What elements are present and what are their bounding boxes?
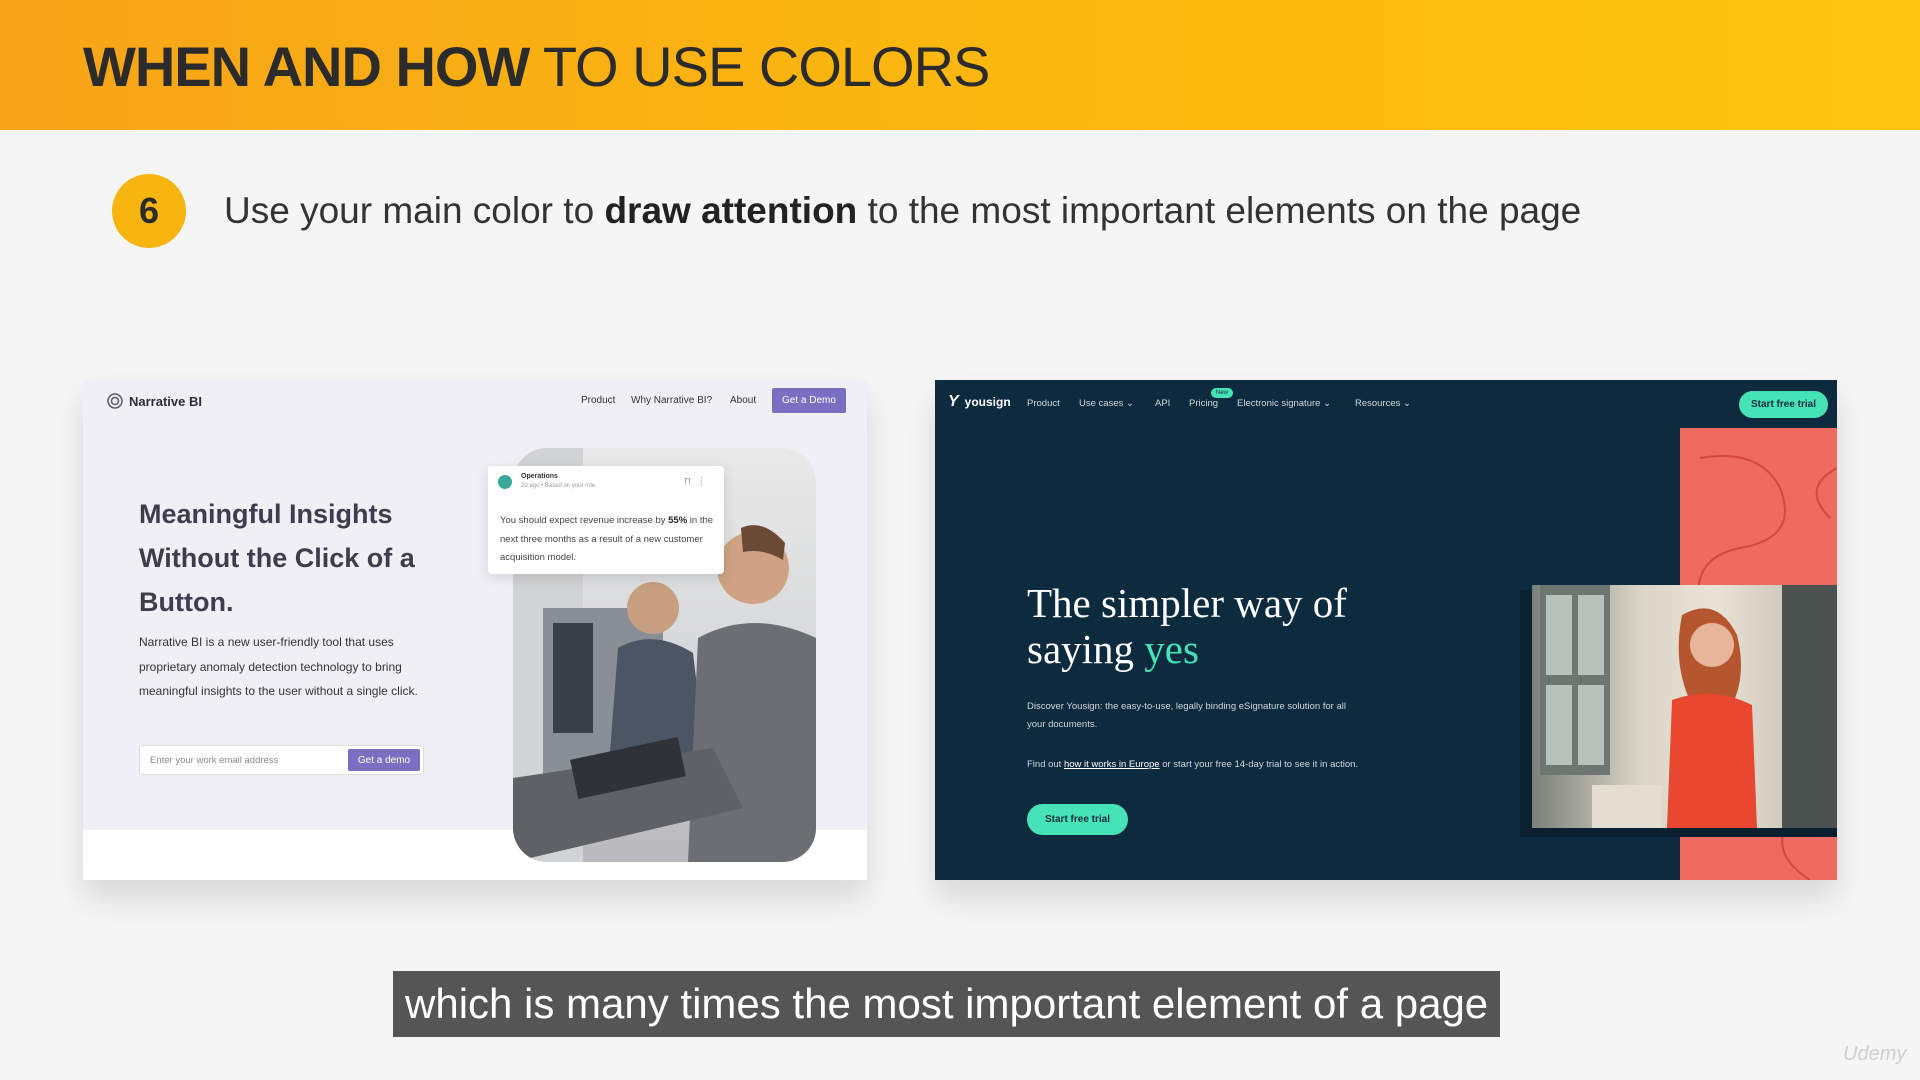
ys-headline: The simpler way of saying yes	[1027, 580, 1387, 672]
ys-nav-api[interactable]: API	[1155, 398, 1170, 409]
nbi-email-field[interactable]: Enter your work email address Get a demo	[139, 745, 424, 775]
ys-paragraph-2: Find out how it works in Europe or start…	[1027, 756, 1367, 774]
nbi-logo[interactable]: Narrative BI	[107, 393, 202, 409]
ys-nav-use-cases[interactable]: Use cases ⌄	[1079, 398, 1134, 409]
operations-icon	[498, 475, 512, 489]
step-description: Use your main color to draw attention to…	[224, 190, 1581, 232]
ys-nav-start-trial-button[interactable]: Start free trial	[1739, 391, 1828, 418]
yousign-screenshot: Y yousign Product Use cases ⌄ API New Pr…	[935, 380, 1837, 880]
nbi-card-body-bold: 55%	[668, 515, 688, 526]
nbi-logo-text: Narrative BI	[129, 393, 202, 409]
slide-title-light: TO USE COLORS	[542, 35, 991, 98]
nbi-card-body: You should expect revenue increase by 55…	[500, 512, 715, 568]
target-icon	[107, 393, 123, 409]
nbi-card-body-before: You should expect revenue increase by	[500, 515, 666, 526]
header-banner: WHEN AND HOW TO USE COLORS	[0, 0, 1920, 130]
ys-logo-text: yousign	[964, 395, 1011, 409]
udemy-watermark: Udemy	[1843, 1043, 1907, 1065]
yousign-logo-icon: Y	[948, 393, 959, 410]
nbi-nav-product[interactable]: Product	[581, 395, 615, 406]
nbi-nav-why[interactable]: Why Narrative BI?	[631, 395, 712, 406]
ys-paragraph-2-after: or start your free 14-day trial to see i…	[1162, 759, 1359, 770]
step-number-badge: 6	[112, 174, 186, 248]
narrative-bi-screenshot: Narrative BI Product Why Narrative BI? A…	[83, 380, 867, 880]
nbi-card-meta: 2d ago • Based on your role	[521, 483, 596, 489]
ys-logo[interactable]: Y yousign	[948, 393, 1011, 411]
nbi-email-placeholder: Enter your work email address	[150, 755, 279, 766]
ys-woman-photo	[1532, 585, 1837, 828]
step-text-after: to the most important elements on the pa…	[867, 190, 1582, 231]
ys-paragraph-2-before: Find out	[1027, 759, 1062, 770]
ys-start-trial-button[interactable]: Start free trial	[1027, 804, 1128, 835]
ys-nav-pricing[interactable]: Pricing	[1189, 398, 1218, 409]
bookmark-icon[interactable]: ⊓	[684, 476, 697, 486]
more-icon[interactable]: ⋮	[697, 476, 712, 486]
ys-nav-electronic-signature[interactable]: Electronic signature ⌄	[1237, 398, 1331, 409]
slide-title-strong: WHEN AND HOW	[83, 35, 530, 98]
ys-nav-product[interactable]: Product	[1027, 398, 1060, 409]
nbi-card-actions: ⊓⋮	[684, 476, 712, 487]
nbi-body-text: Narrative BI is a new user-friendly tool…	[139, 635, 418, 698]
nbi-email-submit-button[interactable]: Get a demo	[348, 749, 420, 771]
woman-phone-illustration	[1540, 585, 1837, 828]
video-caption: which is many times the most important e…	[393, 971, 1501, 1037]
step-text-bold: draw attention	[604, 190, 858, 231]
step-text-before: Use your main color to	[224, 190, 595, 231]
ys-paragraph-1: Discover Yousign: the easy-to-use, legal…	[1027, 701, 1346, 730]
nbi-get-demo-button[interactable]: Get a Demo	[772, 388, 846, 413]
nbi-insight-card: Operations 2d ago • Based on your role ⊓…	[488, 466, 724, 574]
nbi-nav-about[interactable]: About	[730, 395, 756, 406]
ys-new-badge: New	[1211, 388, 1234, 398]
ys-how-it-works-link[interactable]: how it works in Europe	[1064, 759, 1160, 770]
ys-nav-resources[interactable]: Resources ⌄	[1355, 398, 1411, 409]
ys-headline-accent: yes	[1144, 626, 1199, 672]
nbi-headline: Meaningful Insights Without the Click of…	[139, 499, 415, 617]
nbi-card-title: Operations	[521, 473, 558, 480]
slide-title: WHEN AND HOW TO USE COLORS	[83, 34, 991, 99]
